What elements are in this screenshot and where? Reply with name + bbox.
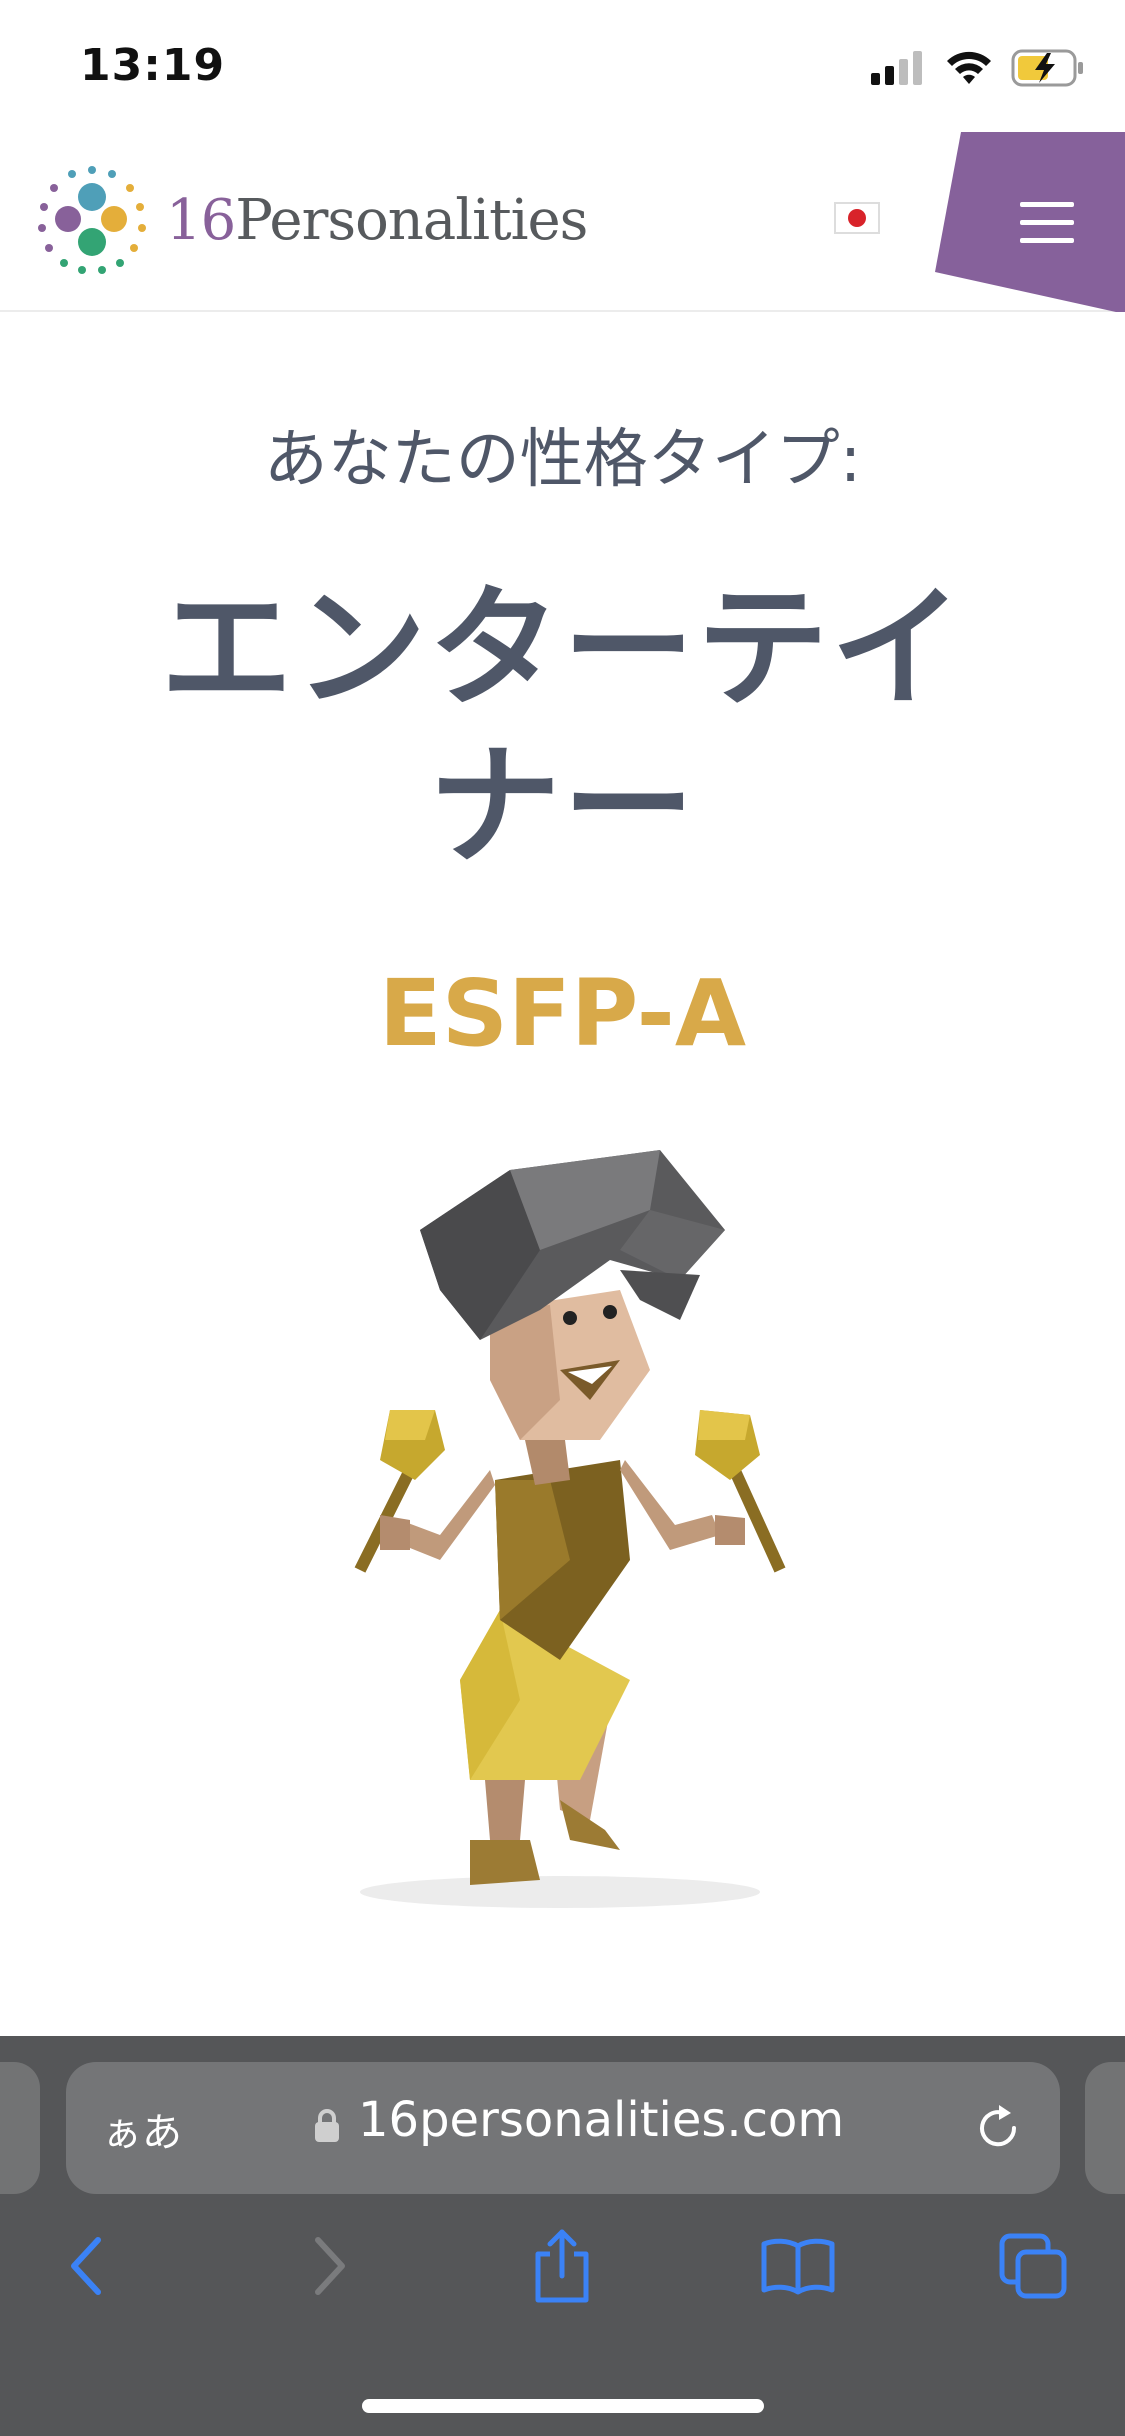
wifi-icon — [947, 51, 991, 84]
site-logo[interactable]: 16Personalities — [34, 162, 588, 278]
menu-button[interactable] — [935, 132, 1125, 314]
battery-charging-icon — [1011, 49, 1083, 87]
language-flag-japan-icon[interactable] — [834, 202, 880, 234]
status-icons — [871, 46, 1085, 90]
share-icon — [535, 2229, 589, 2303]
cellular-signal-icon — [871, 51, 922, 85]
next-tab-peek[interactable] — [1085, 2062, 1125, 2194]
logo-wordmark: 16Personalities — [166, 187, 588, 253]
tabs-button[interactable] — [994, 2226, 1074, 2306]
forward-button[interactable] — [290, 2226, 370, 2306]
tabs-icon — [999, 2233, 1067, 2299]
forward-icon — [315, 2237, 345, 2295]
logo-dots-icon — [38, 166, 146, 274]
bookmarks-button[interactable] — [758, 2226, 838, 2306]
status-time: 13:19 — [80, 40, 226, 91]
address-bar[interactable]: ぁあ 16personalities.com — [66, 2062, 1060, 2194]
entertainer-character-illustration — [354, 1150, 786, 1908]
home-indicator[interactable] — [362, 2399, 764, 2413]
lock-icon — [315, 2109, 339, 2142]
browser-bottom-bar: ぁあ 16personalities.com — [0, 2036, 1125, 2436]
result-kicker: あなたの性格タイプ: — [263, 423, 862, 497]
back-icon — [71, 2237, 101, 2295]
back-button[interactable] — [46, 2226, 126, 2306]
site-header: 16Personalities — [0, 132, 1125, 314]
menu-panel-shape — [935, 132, 1125, 314]
logo-number: 16 — [166, 187, 236, 253]
url-text[interactable]: 16personalities.com — [358, 2092, 844, 2148]
previous-tab-peek[interactable] — [0, 2062, 40, 2194]
status-bar: 13:19 — [0, 0, 1125, 132]
logo-word: Personalities — [235, 187, 588, 253]
personality-type-name: エンターテイナー — [160, 572, 965, 884]
text-size-button[interactable]: ぁあ — [102, 2100, 182, 2158]
share-button[interactable] — [522, 2226, 602, 2306]
personality-type-code: ESFP-A — [378, 960, 747, 1067]
reload-icon[interactable] — [972, 2102, 1024, 2154]
bookmarks-icon — [761, 2238, 835, 2295]
